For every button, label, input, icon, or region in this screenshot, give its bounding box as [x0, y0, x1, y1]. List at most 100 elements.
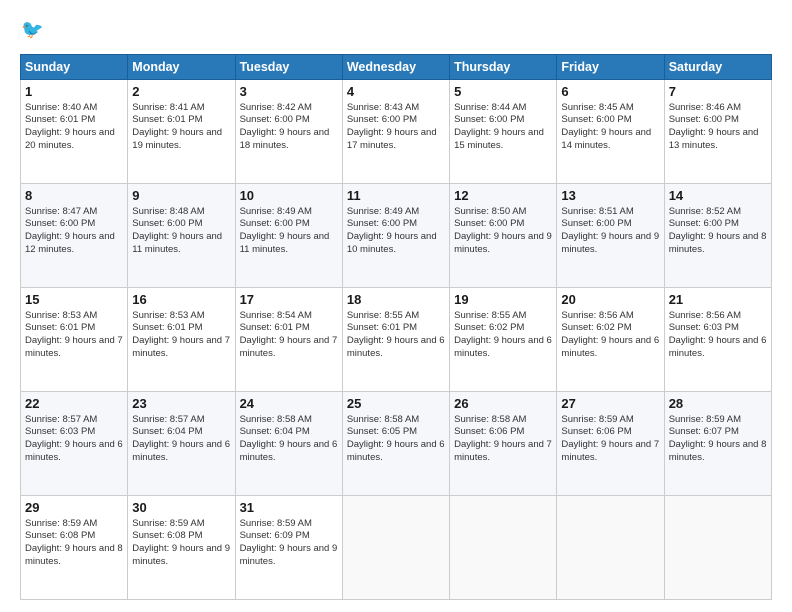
- daylight-label: Daylight: 9 hours and 6 minutes.: [561, 335, 659, 359]
- calendar-cell: 12Sunrise: 8:50 AMSunset: 6:00 PMDayligh…: [450, 184, 557, 288]
- sunrise-label: Sunrise: 8:54 AM: [240, 310, 312, 321]
- sunrise-label: Sunrise: 8:58 AM: [454, 414, 526, 425]
- calendar-cell: 9Sunrise: 8:48 AMSunset: 6:00 PMDaylight…: [128, 184, 235, 288]
- col-header-tuesday: Tuesday: [235, 55, 342, 80]
- daylight-label: Daylight: 9 hours and 7 minutes.: [561, 439, 659, 463]
- calendar-cell: 16Sunrise: 8:53 AMSunset: 6:01 PMDayligh…: [128, 288, 235, 392]
- sunrise-label: Sunrise: 8:59 AM: [240, 518, 312, 529]
- day-number: 7: [669, 83, 767, 101]
- daylight-label: Daylight: 9 hours and 7 minutes.: [454, 439, 552, 463]
- svg-text:🐦: 🐦: [21, 20, 44, 40]
- day-number: 18: [347, 291, 445, 309]
- sunset-label: Sunset: 6:00 PM: [240, 218, 310, 229]
- header: 🐦: [20, 16, 772, 44]
- sunrise-label: Sunrise: 8:44 AM: [454, 102, 526, 113]
- sunset-label: Sunset: 6:01 PM: [25, 322, 95, 333]
- daylight-label: Daylight: 9 hours and 12 minutes.: [25, 231, 115, 255]
- day-number: 27: [561, 395, 659, 413]
- sunrise-label: Sunrise: 8:59 AM: [132, 518, 204, 529]
- page: 🐦 SundayMondayTuesdayWednesdayThursdayFr…: [0, 0, 792, 612]
- sunrise-label: Sunrise: 8:47 AM: [25, 206, 97, 217]
- day-number: 23: [132, 395, 230, 413]
- calendar-cell: 5Sunrise: 8:44 AMSunset: 6:00 PMDaylight…: [450, 80, 557, 184]
- day-number: 1: [25, 83, 123, 101]
- sunset-label: Sunset: 6:08 PM: [25, 530, 95, 541]
- sunrise-label: Sunrise: 8:55 AM: [347, 310, 419, 321]
- sunset-label: Sunset: 6:00 PM: [454, 218, 524, 229]
- calendar-cell: 6Sunrise: 8:45 AMSunset: 6:00 PMDaylight…: [557, 80, 664, 184]
- day-number: 13: [561, 187, 659, 205]
- day-number: 30: [132, 499, 230, 517]
- calendar-cell: 29Sunrise: 8:59 AMSunset: 6:08 PMDayligh…: [21, 496, 128, 600]
- daylight-label: Daylight: 9 hours and 6 minutes.: [240, 439, 338, 463]
- sunrise-label: Sunrise: 8:57 AM: [25, 414, 97, 425]
- col-header-wednesday: Wednesday: [342, 55, 449, 80]
- sunset-label: Sunset: 6:00 PM: [669, 114, 739, 125]
- day-number: 24: [240, 395, 338, 413]
- sunrise-label: Sunrise: 8:46 AM: [669, 102, 741, 113]
- sunrise-label: Sunrise: 8:53 AM: [132, 310, 204, 321]
- calendar-cell: [557, 496, 664, 600]
- daylight-label: Daylight: 9 hours and 17 minutes.: [347, 127, 437, 151]
- sunrise-label: Sunrise: 8:58 AM: [347, 414, 419, 425]
- sunrise-label: Sunrise: 8:55 AM: [454, 310, 526, 321]
- sunrise-label: Sunrise: 8:59 AM: [561, 414, 633, 425]
- day-number: 31: [240, 499, 338, 517]
- sunset-label: Sunset: 6:00 PM: [132, 218, 202, 229]
- daylight-label: Daylight: 9 hours and 10 minutes.: [347, 231, 437, 255]
- sunrise-label: Sunrise: 8:59 AM: [669, 414, 741, 425]
- calendar-cell: 1Sunrise: 8:40 AMSunset: 6:01 PMDaylight…: [21, 80, 128, 184]
- sunset-label: Sunset: 6:01 PM: [347, 322, 417, 333]
- daylight-label: Daylight: 9 hours and 6 minutes.: [454, 335, 552, 359]
- day-number: 12: [454, 187, 552, 205]
- sunset-label: Sunset: 6:00 PM: [25, 218, 95, 229]
- calendar-cell: 10Sunrise: 8:49 AMSunset: 6:00 PMDayligh…: [235, 184, 342, 288]
- logo-icon: 🐦: [20, 16, 48, 44]
- sunset-label: Sunset: 6:00 PM: [347, 114, 417, 125]
- calendar-cell: 4Sunrise: 8:43 AMSunset: 6:00 PMDaylight…: [342, 80, 449, 184]
- calendar-cell: 13Sunrise: 8:51 AMSunset: 6:00 PMDayligh…: [557, 184, 664, 288]
- sunset-label: Sunset: 6:00 PM: [561, 114, 631, 125]
- daylight-label: Daylight: 9 hours and 6 minutes.: [347, 335, 445, 359]
- daylight-label: Daylight: 9 hours and 6 minutes.: [347, 439, 445, 463]
- calendar-cell: 22Sunrise: 8:57 AMSunset: 6:03 PMDayligh…: [21, 392, 128, 496]
- calendar-cell: 19Sunrise: 8:55 AMSunset: 6:02 PMDayligh…: [450, 288, 557, 392]
- daylight-label: Daylight: 9 hours and 13 minutes.: [669, 127, 759, 151]
- day-number: 3: [240, 83, 338, 101]
- sunset-label: Sunset: 6:03 PM: [669, 322, 739, 333]
- calendar-cell: 14Sunrise: 8:52 AMSunset: 6:00 PMDayligh…: [664, 184, 771, 288]
- sunset-label: Sunset: 6:00 PM: [454, 114, 524, 125]
- daylight-label: Daylight: 9 hours and 6 minutes.: [669, 335, 767, 359]
- calendar-cell: [450, 496, 557, 600]
- calendar-cell: 24Sunrise: 8:58 AMSunset: 6:04 PMDayligh…: [235, 392, 342, 496]
- sunset-label: Sunset: 6:00 PM: [347, 218, 417, 229]
- daylight-label: Daylight: 9 hours and 9 minutes.: [454, 231, 552, 255]
- day-number: 20: [561, 291, 659, 309]
- calendar-cell: 2Sunrise: 8:41 AMSunset: 6:01 PMDaylight…: [128, 80, 235, 184]
- calendar-cell: 27Sunrise: 8:59 AMSunset: 6:06 PMDayligh…: [557, 392, 664, 496]
- day-number: 9: [132, 187, 230, 205]
- sunrise-label: Sunrise: 8:57 AM: [132, 414, 204, 425]
- sunset-label: Sunset: 6:02 PM: [454, 322, 524, 333]
- sunset-label: Sunset: 6:05 PM: [347, 426, 417, 437]
- sunrise-label: Sunrise: 8:56 AM: [561, 310, 633, 321]
- day-number: 5: [454, 83, 552, 101]
- sunrise-label: Sunrise: 8:52 AM: [669, 206, 741, 217]
- sunset-label: Sunset: 6:02 PM: [561, 322, 631, 333]
- sunset-label: Sunset: 6:08 PM: [132, 530, 202, 541]
- calendar-cell: 30Sunrise: 8:59 AMSunset: 6:08 PMDayligh…: [128, 496, 235, 600]
- calendar-week-2: 8Sunrise: 8:47 AMSunset: 6:00 PMDaylight…: [21, 184, 772, 288]
- col-header-friday: Friday: [557, 55, 664, 80]
- calendar-cell: 31Sunrise: 8:59 AMSunset: 6:09 PMDayligh…: [235, 496, 342, 600]
- calendar-cell: 26Sunrise: 8:58 AMSunset: 6:06 PMDayligh…: [450, 392, 557, 496]
- calendar-cell: 15Sunrise: 8:53 AMSunset: 6:01 PMDayligh…: [21, 288, 128, 392]
- calendar-table: SundayMondayTuesdayWednesdayThursdayFrid…: [20, 54, 772, 600]
- sunrise-label: Sunrise: 8:59 AM: [25, 518, 97, 529]
- daylight-label: Daylight: 9 hours and 14 minutes.: [561, 127, 651, 151]
- sunrise-label: Sunrise: 8:49 AM: [240, 206, 312, 217]
- daylight-label: Daylight: 9 hours and 7 minutes.: [25, 335, 123, 359]
- day-number: 6: [561, 83, 659, 101]
- col-header-sunday: Sunday: [21, 55, 128, 80]
- sunset-label: Sunset: 6:00 PM: [561, 218, 631, 229]
- sunset-label: Sunset: 6:00 PM: [240, 114, 310, 125]
